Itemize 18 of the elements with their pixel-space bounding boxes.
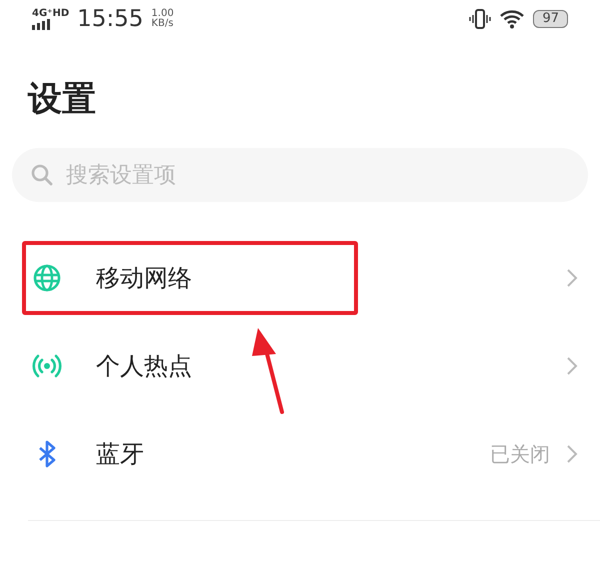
chevron-icon <box>566 268 578 288</box>
vibrate-icon <box>469 9 492 29</box>
signal-icon <box>32 18 52 30</box>
battery-indicator: 97 <box>533 10 568 28</box>
speed-unit: KB/s <box>151 19 174 30</box>
chevron-icon <box>566 356 578 376</box>
settings-item[interactable]: 移动网络 <box>0 234 600 322</box>
status-value: 已关闭 <box>490 441 550 468</box>
page-title: 设置 <box>26 78 97 121</box>
speed-value: 1.00 <box>151 8 174 18</box>
chevron-icon <box>566 444 578 464</box>
settings-item[interactable]: 蓝牙 已关闭 <box>0 410 600 498</box>
settings-item[interactable]: 个人热点 <box>0 322 600 410</box>
search-field[interactable]: 搜索设置项 <box>12 148 588 202</box>
globe-icon <box>32 263 62 293</box>
network-type: 4G⁺HD <box>32 8 70 18</box>
clock: 15:55 <box>77 4 144 34</box>
wifi-icon <box>499 9 526 29</box>
